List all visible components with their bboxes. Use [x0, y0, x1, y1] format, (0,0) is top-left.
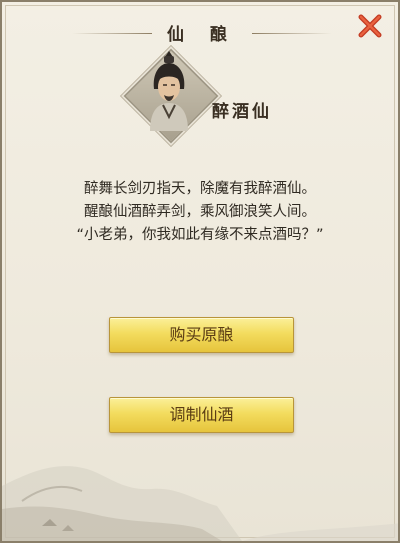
npc-name: 醉酒仙 [212, 102, 272, 122]
buy-brew-button[interactable]: 购买原酿 [109, 317, 294, 353]
panel-header: 仙 酿 [62, 16, 342, 46]
dialog-line: 醉舞长剑刃指天，除魔有我醉酒仙。 [84, 181, 316, 197]
header-ornament-right [252, 33, 332, 34]
dialog-panel: 仙 酿 醉酒仙 醉舞长剑刃指天，除魔有我醉酒仙。 醒酿仙酒醉弄剑，乘风御浪笑人间… [0, 0, 400, 543]
npc-portrait [150, 51, 188, 131]
close-icon[interactable] [356, 12, 384, 40]
dialog-line: “小老弟，你我如此有缘不来点酒吗？” [76, 227, 324, 243]
dialog-line: 醒酿仙酒醉弄剑，乘风御浪笑人间。 [84, 204, 316, 220]
dialog-text: 醉舞长剑刃指天，除魔有我醉酒仙。 醒酿仙酒醉弄剑，乘风御浪笑人间。 “小老弟，你… [22, 178, 378, 247]
npc-avatar [123, 48, 219, 144]
craft-wine-button[interactable]: 调制仙酒 [109, 397, 294, 433]
